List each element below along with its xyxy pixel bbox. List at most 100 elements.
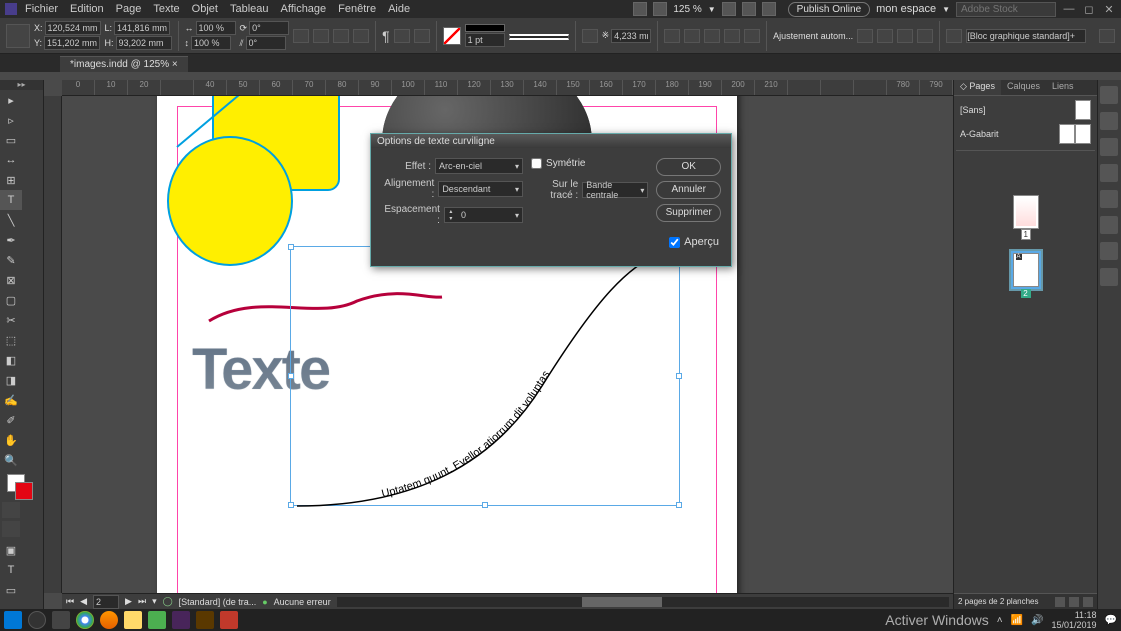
page-number-field[interactable]: [93, 595, 119, 609]
workspace-switcher[interactable]: mon espace: [876, 3, 936, 15]
zoom-level[interactable]: 125 %: [673, 4, 701, 15]
text-wrap-bbox-icon[interactable]: [684, 29, 700, 43]
maximize-button[interactable]: ◻: [1082, 2, 1096, 16]
stroke-weight-field[interactable]: [465, 33, 505, 47]
effects-icon[interactable]: [946, 29, 962, 43]
hand-tool[interactable]: ✋: [0, 430, 22, 450]
text-wrap-jump-next-icon[interactable]: [744, 29, 760, 43]
pen-tool[interactable]: ✒: [0, 230, 22, 250]
preflight-preset[interactable]: [Standard] (de tra...: [179, 597, 257, 607]
rectangle-tool[interactable]: ▢: [0, 290, 22, 310]
w-field[interactable]: [114, 21, 170, 35]
text-on-path[interactable]: Uptatem quunt. Evellor atiorrum dit volu…: [292, 246, 692, 526]
minimize-button[interactable]: —: [1062, 2, 1076, 16]
menu-window[interactable]: Fenêtre: [338, 3, 376, 15]
panel-menu-icon[interactable]: [1099, 29, 1115, 43]
color-panel-icon[interactable]: [1100, 112, 1118, 130]
flip-h-icon[interactable]: [333, 29, 349, 43]
pencil-tool[interactable]: ✎: [0, 250, 22, 270]
tab-links[interactable]: Liens: [1046, 80, 1080, 95]
preview-checkbox[interactable]: Aperçu: [669, 236, 719, 248]
firefox-icon[interactable]: [100, 611, 118, 629]
preflight-errors[interactable]: Aucune erreur: [274, 597, 331, 607]
flip-checkbox[interactable]: Symétrie: [531, 158, 648, 169]
balance-columns-icon[interactable]: [582, 29, 598, 43]
delete-page-icon[interactable]: [1083, 597, 1093, 607]
document-tab[interactable]: *images.indd @ 125% ×: [60, 56, 188, 72]
bridge-icon[interactable]: [633, 2, 647, 16]
adobe-stock-search[interactable]: [956, 2, 1056, 17]
cortana-icon[interactable]: [28, 611, 46, 629]
stroke-panel-icon[interactable]: [1100, 164, 1118, 182]
tray-up-icon[interactable]: ˄: [997, 615, 1003, 626]
fill-swatch[interactable]: [443, 27, 461, 45]
horizontal-scrollbar[interactable]: [337, 597, 949, 607]
to-path-dropdown[interactable]: Bande centrale: [582, 182, 648, 198]
line-tool[interactable]: ╲: [0, 210, 22, 230]
zoom-tool[interactable]: 🔍: [0, 450, 22, 470]
task-view-icon[interactable]: [52, 611, 70, 629]
page-thumb-1[interactable]: 1: [1013, 195, 1039, 229]
new-page-icon[interactable]: [1069, 597, 1079, 607]
start-button[interactable]: [4, 611, 22, 629]
text-wrap-panel-icon[interactable]: [1100, 216, 1118, 234]
master-a[interactable]: A-Gabarit: [956, 122, 1095, 146]
close-button[interactable]: ✕: [1102, 2, 1116, 16]
text-wrap-shape-icon[interactable]: [704, 29, 720, 43]
rotate-ccw-icon[interactable]: [313, 29, 329, 43]
recorder-icon[interactable]: [220, 611, 238, 629]
rotate-field[interactable]: [249, 21, 289, 35]
page-nav-first-icon[interactable]: ⏮: [66, 596, 74, 607]
fit-prop-icon[interactable]: [917, 29, 933, 43]
preflight-status-icon[interactable]: ◯: [163, 596, 173, 607]
scale-y-field[interactable]: [191, 36, 231, 50]
menu-view[interactable]: Affichage: [281, 3, 327, 15]
illustrator-taskbar-icon[interactable]: [196, 611, 214, 629]
menu-help[interactable]: Aide: [388, 3, 410, 15]
gradient-swatch-tool[interactable]: ◧: [0, 350, 22, 370]
gradient-feather-tool[interactable]: ◨: [0, 370, 22, 390]
page-nav-next-icon[interactable]: ▶: [125, 596, 132, 607]
menu-object[interactable]: Objet: [192, 3, 218, 15]
content-collector-tool[interactable]: ⊞: [0, 170, 22, 190]
scissors-tool[interactable]: ✂: [0, 310, 22, 330]
object-styles-panel-icon[interactable]: [1100, 268, 1118, 286]
menu-page[interactable]: Page: [116, 3, 142, 15]
reference-point-widget[interactable]: [6, 24, 30, 48]
fit-frame-icon[interactable]: [877, 29, 893, 43]
vertical-ruler[interactable]: [44, 96, 62, 593]
arrange-icon[interactable]: [762, 2, 776, 16]
spacing-spinner[interactable]: ▴▾0▾: [444, 207, 523, 223]
ok-button[interactable]: OK: [656, 158, 721, 176]
file-explorer-icon[interactable]: [124, 611, 142, 629]
apply-color-icon[interactable]: [2, 502, 20, 518]
tray-network-icon[interactable]: 📶: [1011, 615, 1023, 626]
scale-x-field[interactable]: [196, 21, 236, 35]
stroke-style-dropdown[interactable]: [509, 34, 569, 40]
publish-online-button[interactable]: Publish Online: [788, 2, 870, 17]
gradient-panel-icon[interactable]: [1100, 190, 1118, 208]
page-tool[interactable]: ▭: [0, 130, 22, 150]
page-nav-prev-icon[interactable]: ◀: [80, 596, 87, 607]
rotate-cw-icon[interactable]: [293, 29, 309, 43]
select-content-icon[interactable]: [414, 29, 430, 43]
rectangle-frame-tool[interactable]: ⊠: [0, 270, 22, 290]
arrow-width-field[interactable]: [611, 29, 651, 43]
x-field[interactable]: [45, 21, 101, 35]
page-nav-last-icon[interactable]: ⏭: [138, 596, 146, 607]
cancel-button[interactable]: Annuler: [656, 181, 721, 199]
tab-layers[interactable]: Calques: [1001, 80, 1046, 95]
apply-none-icon[interactable]: [2, 521, 20, 537]
screen-mode-normal-icon[interactable]: ▭: [0, 580, 22, 600]
swatches-panel-icon[interactable]: [1100, 138, 1118, 156]
toolbox-collapse[interactable]: ▸▸: [0, 80, 43, 90]
selection-tool[interactable]: ▸: [0, 90, 22, 110]
y-field[interactable]: [44, 36, 100, 50]
tray-volume-icon[interactable]: 🔊: [1031, 615, 1043, 626]
chrome-icon[interactable]: [76, 611, 94, 629]
eyedropper-tool[interactable]: ✐: [0, 410, 22, 430]
menu-file[interactable]: Fichier: [25, 3, 58, 15]
open-dropdown-icon[interactable]: ▾: [152, 596, 157, 607]
stock-icon[interactable]: [653, 2, 667, 16]
tray-notifications-icon[interactable]: 💬: [1105, 615, 1117, 626]
